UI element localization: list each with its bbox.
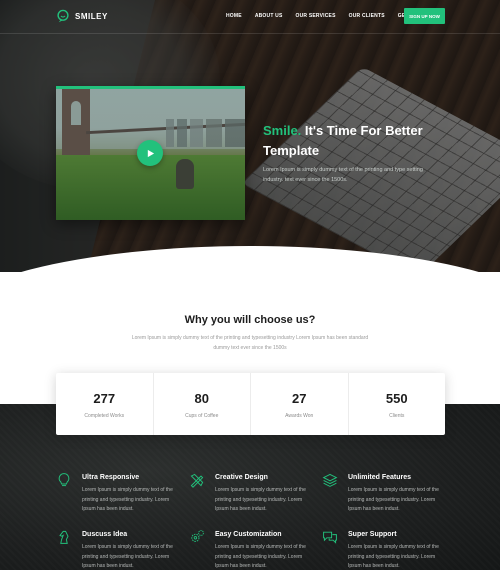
stat-item: 27 Awards Won [250, 373, 348, 435]
stat-value: 277 [93, 391, 116, 406]
feature-title: Ultra Responsive [82, 474, 140, 481]
feature-title: Easy Customization [215, 531, 282, 538]
chat-bubbles-icon [323, 531, 337, 544]
nav-item-home[interactable]: HOME [226, 13, 242, 19]
stat-label: Clients [389, 413, 405, 419]
smile-chat-icon [57, 9, 69, 23]
hero-headline-rest: It's Time For Better [304, 123, 423, 138]
why-choose-us-title: Why you will choose us? [184, 314, 316, 326]
top-navigation: SMILEY HOME ABOUT US OUR SERVICES OUR CL… [0, 0, 500, 34]
logo[interactable]: SMILEY [56, 9, 108, 23]
feature-title: Unlimited Features [348, 474, 412, 481]
feature-description: Lorem Ipsum is simply dummy text of the … [82, 487, 173, 512]
stat-value: 80 [194, 391, 209, 406]
stat-label: Cups of Coffee [185, 413, 219, 419]
feature-description: Lorem Ipsum is simply dummy text of the … [348, 544, 439, 569]
hero-section: SMILEY HOME ABOUT US OUR SERVICES OUR CL… [0, 0, 500, 272]
hero-headline-accent: Smile. [263, 123, 302, 138]
logo-text: SMILEY [75, 11, 108, 21]
gears-icon [191, 530, 204, 542]
hero-description: Lorem Ipsum is simply dummy text of the … [263, 167, 423, 183]
feature-title: Creative Design [215, 474, 268, 481]
design-tools-icon [190, 473, 204, 488]
hero-headline-line2: Template [263, 143, 320, 158]
feature-description: Lorem Ipsum is simply dummy text of the … [215, 487, 306, 512]
stat-item: 80 Cups of Coffee [152, 373, 251, 435]
chess-knight-icon [59, 530, 69, 544]
feature-title: Super Support [348, 531, 397, 538]
nav-item-about-us[interactable]: ABOUT US [255, 13, 283, 19]
feature-description: Lorem Ipsum is simply dummy text of the … [215, 544, 306, 569]
feature-description: Lorem Ipsum is simply dummy text of the … [348, 487, 439, 512]
sign-up-button[interactable]: SIGN UP NOW [404, 8, 445, 24]
stat-item: 277 Completed Works [56, 373, 153, 435]
why-choose-us-description: Lorem Ipsum is simply dummy text of the … [131, 335, 369, 351]
stat-value: 550 [385, 391, 408, 406]
stat-item: 550 Clients [347, 373, 446, 435]
stat-label: Awards Won [285, 413, 314, 419]
nav-item-our-services[interactable]: OUR SERVICES [296, 13, 336, 19]
play-icon [147, 149, 154, 157]
stat-label: Completed Works [84, 413, 125, 419]
feature-title: Duscuss Idea [82, 531, 128, 538]
layers-icon [322, 473, 338, 487]
main-menu: HOME ABOUT US OUR SERVICES OUR CLIENTS G… [226, 13, 429, 19]
hero-headline: Smile. It's Time For Better Template [263, 121, 463, 161]
play-button[interactable] [137, 140, 163, 166]
lightbulb-icon [58, 473, 70, 487]
nav-item-our-clients[interactable]: OUR CLIENTS [349, 13, 385, 19]
stat-value: 27 [292, 391, 307, 406]
feature-description: Lorem Ipsum is simply dummy text of the … [82, 544, 173, 569]
stats-card: 277 Completed Works 80 Cups of Coffee 27… [56, 373, 445, 435]
